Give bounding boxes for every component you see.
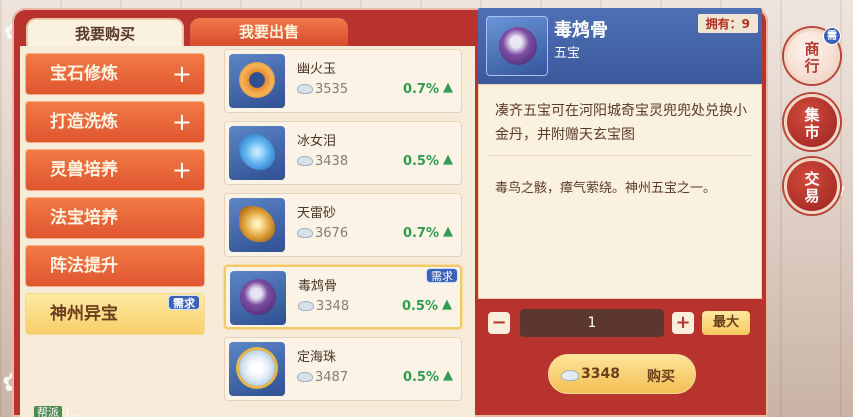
item-price: 3676: [297, 226, 348, 241]
quantity-input[interactable]: 1: [520, 309, 664, 337]
silver-coin-icon: [297, 84, 313, 94]
buy-total-price: 3348: [581, 366, 620, 382]
ice-tear-icon: [239, 134, 275, 170]
category-label: 神州异宝: [50, 304, 118, 324]
thunder-sand-icon: [239, 206, 275, 242]
category-pet[interactable]: 灵兽培养 +: [25, 149, 205, 191]
item-price: 3535: [297, 82, 348, 97]
item-name: 冰女泪: [297, 134, 337, 149]
nav-shop[interactable]: 商行 需: [784, 27, 841, 84]
divider: [489, 155, 751, 156]
silver-coin-icon: [297, 156, 313, 166]
item-thumb: [229, 198, 285, 252]
category-label: 灵兽培养: [50, 160, 118, 180]
silver-coin-icon: [298, 301, 314, 311]
chat-bar[interactable]: 帮派 [...: [34, 404, 81, 417]
chat-channel: 帮派: [34, 406, 62, 417]
category-label: 阵法提升: [50, 256, 118, 276]
detail-thumb: [486, 16, 548, 76]
nav-label: 交: [804, 170, 820, 188]
item-change: 0.7%: [402, 82, 439, 97]
item-detail-panel: 毒鸩骨 五宝 拥有：9 凑齐五宝可在河阳城奇宝灵兜兜处兑换小金丹，并附赠天玄宝图…: [478, 8, 762, 417]
item-thumb: [230, 271, 286, 325]
list-item-selected[interactable]: 毒鸩骨 3348 0.5% ▲ 需求: [224, 265, 462, 329]
silver-coin-icon: [561, 370, 579, 381]
demand-badge: 需: [823, 27, 841, 45]
expand-plus-icon: +: [171, 60, 192, 88]
nav-label: 易: [804, 187, 820, 205]
buy-label: 购买: [647, 369, 675, 385]
expand-plus-icon: +: [171, 156, 192, 184]
item-name: 毒鸩骨: [298, 279, 338, 294]
poison-bone-icon: [499, 27, 537, 65]
silver-coin-icon: [297, 372, 313, 382]
nav-market[interactable]: 集市: [784, 94, 840, 150]
buy-button[interactable]: 3348 购买: [548, 354, 696, 394]
poison-bone-icon: [240, 279, 276, 315]
up-arrow-icon: ▲: [443, 80, 453, 95]
detail-subtitle: 五宝: [554, 46, 581, 61]
item-name: 幽火玉: [297, 62, 337, 77]
tab-sell[interactable]: 我要出售: [190, 18, 348, 46]
detail-flavor-text: 毒鸟之骸，瘴气萦绕。神州五宝之一。: [495, 181, 717, 196]
list-item[interactable]: 幽火玉 3535 0.7% ▲: [224, 49, 462, 113]
expand-plus-icon: +: [171, 108, 192, 136]
sea-pearl-icon: [239, 350, 275, 386]
list-item[interactable]: 定海珠 3487 0.5% ▲: [224, 337, 462, 401]
nav-label: 市: [804, 123, 820, 141]
up-arrow-icon: ▲: [442, 297, 452, 312]
item-name: 天雷砂: [297, 206, 337, 221]
quantity-minus-button[interactable]: −: [488, 312, 510, 334]
item-price: 3348: [298, 299, 349, 314]
tab-buy[interactable]: 我要购买: [26, 18, 184, 46]
quantity-plus-button[interactable]: +: [672, 312, 694, 334]
item-thumb: [229, 54, 285, 108]
item-change: 0.5%: [402, 154, 439, 169]
category-label: 法宝培养: [50, 208, 118, 228]
demand-badge: 需求: [426, 268, 458, 283]
detail-exchange-text: 凑齐五宝可在河阳城奇宝灵兜兜处兑换小金丹，并附赠天玄宝图: [495, 103, 747, 143]
detail-header: 毒鸩骨 五宝 拥有：9: [478, 8, 762, 84]
list-item[interactable]: 天雷砂 3676 0.7% ▲: [224, 193, 462, 257]
item-name: 定海珠: [297, 350, 337, 365]
owned-count: 拥有：9: [697, 14, 758, 33]
category-formation[interactable]: 阵法提升: [25, 245, 205, 287]
chat-text: [...: [66, 406, 81, 417]
category-treasure[interactable]: 法宝培养: [25, 197, 205, 239]
category-gem-refine[interactable]: 宝石修炼 +: [25, 53, 205, 95]
item-price: 3438: [297, 154, 348, 169]
category-label: 宝石修炼: [50, 64, 118, 84]
category-label: 打造洗炼: [50, 112, 118, 132]
list-item[interactable]: 冰女泪 3438 0.5% ▲: [224, 121, 462, 185]
demand-badge: 需求: [168, 295, 200, 310]
detail-description-box: 凑齐五宝可在河阳城奇宝灵兜兜处兑换小金丹，并附赠天玄宝图 毒鸟之骸，瘴气萦绕。神…: [478, 84, 762, 299]
category-shenzhou[interactable]: 神州异宝 需求: [25, 293, 205, 335]
up-arrow-icon: ▲: [443, 368, 453, 383]
item-change: 0.7%: [402, 226, 439, 241]
item-change: 0.5%: [402, 370, 439, 385]
silver-coin-icon: [297, 228, 313, 238]
detail-title: 毒鸩骨: [554, 20, 608, 41]
item-thumb: [229, 126, 285, 180]
item-thumb: [229, 342, 285, 396]
item-price: 3487: [297, 370, 348, 385]
nav-trade[interactable]: 交易: [784, 158, 840, 214]
item-change: 0.5%: [401, 299, 438, 314]
up-arrow-icon: ▲: [443, 224, 453, 239]
nav-label: 行: [804, 57, 820, 75]
nav-label: 集: [804, 106, 820, 124]
fire-jade-icon: [239, 62, 275, 98]
up-arrow-icon: ▲: [443, 152, 453, 167]
max-quantity-button[interactable]: 最大: [702, 311, 750, 335]
category-forge[interactable]: 打造洗炼 +: [25, 101, 205, 143]
